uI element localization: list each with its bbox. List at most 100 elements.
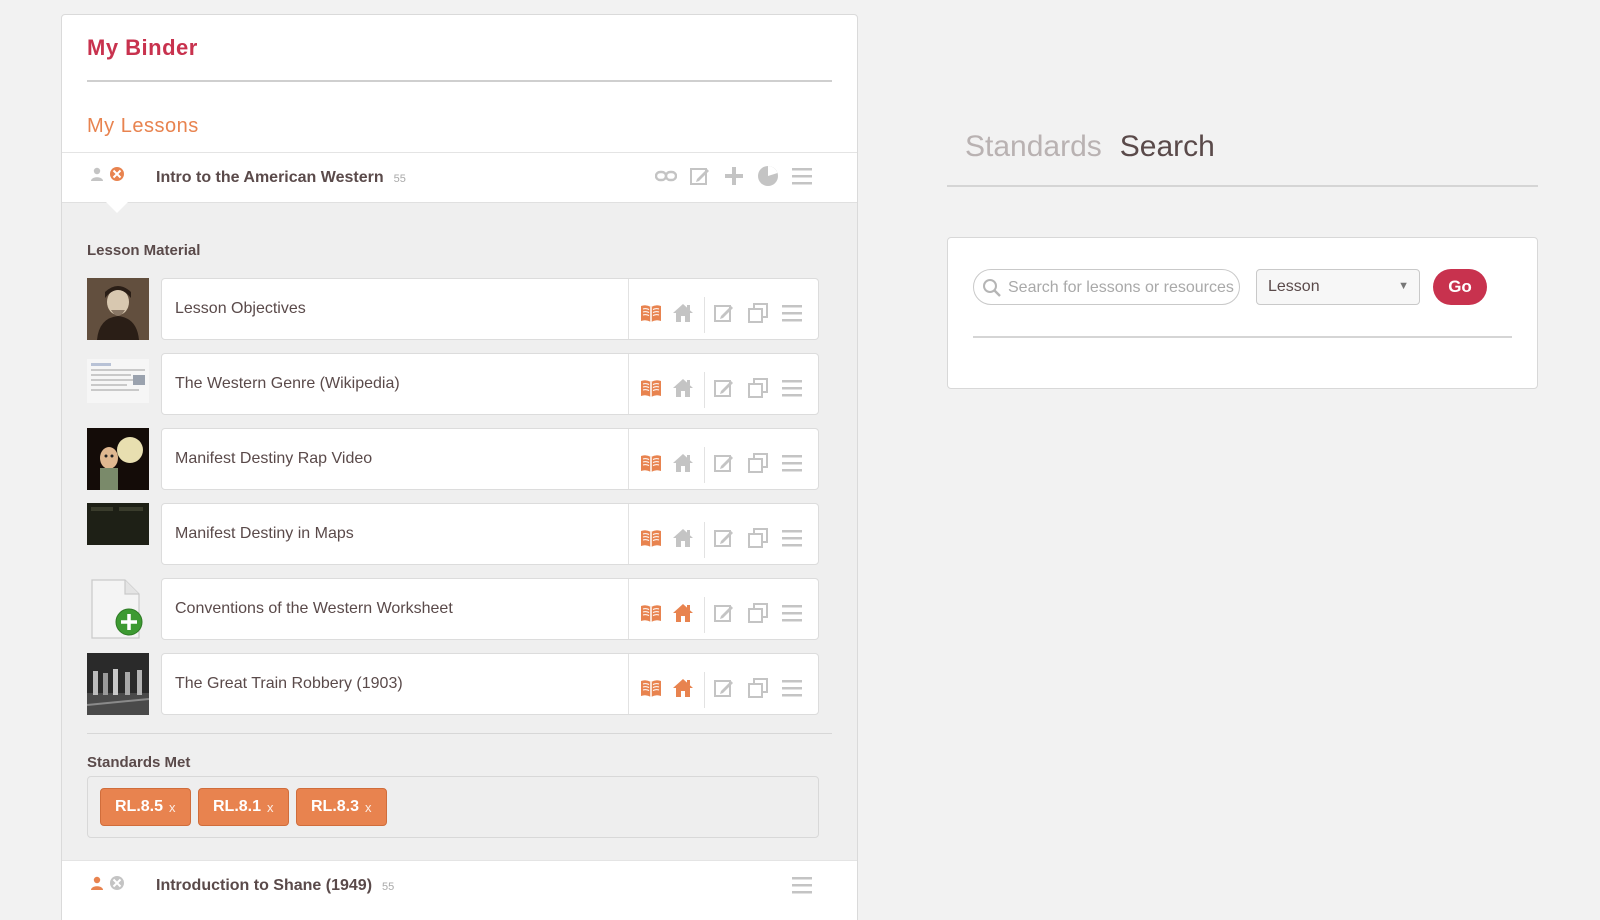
- material-item[interactable]: Manifest Destiny Rap Video: [87, 428, 819, 490]
- duplicate-icon[interactable]: [747, 602, 769, 629]
- link-icon[interactable]: [654, 169, 678, 188]
- standard-tag[interactable]: RL.8.1 x: [198, 788, 289, 826]
- remove-tag-button[interactable]: x: [365, 800, 372, 815]
- material-title[interactable]: The Great Train Robbery (1903): [175, 675, 403, 693]
- drag-handle-icon[interactable]: [791, 166, 813, 191]
- drag-handle-icon[interactable]: [791, 875, 813, 900]
- edit-icon[interactable]: [713, 302, 735, 329]
- standard-code: RL.8.5: [115, 798, 164, 815]
- search-panel: Lesson ▼ Go: [947, 237, 1538, 389]
- thumbnail-portrait: [87, 278, 149, 340]
- standards-box: RL.8.5 x RL.8.1 x RL.8.3 x: [87, 776, 819, 838]
- duplicate-icon[interactable]: [747, 302, 769, 329]
- add-icon[interactable]: [723, 165, 745, 192]
- material-card[interactable]: The Great Train Robbery (1903): [161, 653, 819, 715]
- material-title[interactable]: The Western Genre (Wikipedia): [175, 375, 400, 393]
- material-title[interactable]: Lesson Objectives: [175, 300, 306, 318]
- lesson-title-text: Intro to the American Western: [156, 169, 384, 186]
- share-off-icon[interactable]: [109, 166, 125, 187]
- go-button[interactable]: Go: [1433, 269, 1487, 305]
- tab-search[interactable]: Search: [1120, 130, 1215, 164]
- duplicate-icon[interactable]: [747, 452, 769, 479]
- material-card[interactable]: Manifest Destiny Rap Video: [161, 428, 819, 490]
- thumbnail-webpage: [87, 353, 149, 415]
- duplicate-icon[interactable]: [747, 527, 769, 554]
- home-icon[interactable]: [672, 452, 694, 479]
- book-icon[interactable]: [640, 602, 662, 629]
- progress-icon[interactable]: [757, 165, 779, 192]
- new-document-icon: [87, 578, 149, 640]
- home-icon[interactable]: [672, 527, 694, 554]
- type-select[interactable]: Lesson ▼: [1256, 269, 1420, 305]
- material-card[interactable]: Conventions of the Western Worksheet: [161, 578, 819, 640]
- drag-handle-icon[interactable]: [781, 378, 803, 403]
- material-item[interactable]: Conventions of the Western Worksheet: [87, 578, 819, 640]
- lesson-title[interactable]: Intro to the American Western 55: [156, 169, 406, 187]
- divider: [704, 672, 705, 708]
- material-title[interactable]: Conventions of the Western Worksheet: [175, 600, 453, 618]
- type-select-value: Lesson: [1268, 278, 1320, 295]
- lesson-row[interactable]: Introduction to Shane (1949) 55: [62, 860, 857, 920]
- standard-code: RL.8.3: [311, 798, 360, 815]
- material-card[interactable]: Lesson Objectives: [161, 278, 819, 340]
- book-icon[interactable]: [640, 677, 662, 704]
- home-icon[interactable]: [672, 377, 694, 404]
- edit-icon[interactable]: [713, 527, 735, 554]
- book-icon[interactable]: [640, 302, 662, 329]
- standard-tag[interactable]: RL.8.3 x: [296, 788, 387, 826]
- drag-handle-icon[interactable]: [781, 453, 803, 478]
- home-icon[interactable]: [672, 677, 694, 704]
- remove-tag-button[interactable]: x: [169, 800, 176, 815]
- lesson-title-text: Introduction to Shane (1949): [156, 877, 373, 894]
- lesson-title[interactable]: Introduction to Shane (1949) 55: [156, 877, 394, 895]
- drag-handle-icon[interactable]: [781, 678, 803, 703]
- material-item[interactable]: The Great Train Robbery (1903): [87, 653, 819, 715]
- book-icon[interactable]: [640, 527, 662, 554]
- drag-handle-icon[interactable]: [781, 528, 803, 553]
- lesson-row[interactable]: Intro to the American Western 55: [62, 152, 857, 202]
- search-input[interactable]: [1008, 276, 1234, 300]
- lesson-count: 55: [382, 881, 395, 893]
- drag-handle-icon[interactable]: [781, 303, 803, 328]
- pointer-arrow: [106, 202, 128, 213]
- drag-handle-icon[interactable]: [781, 603, 803, 628]
- remove-tag-button[interactable]: x: [267, 800, 274, 815]
- edit-icon[interactable]: [689, 165, 711, 192]
- search-field[interactable]: [973, 269, 1240, 305]
- edit-icon[interactable]: [713, 452, 735, 479]
- edit-icon[interactable]: [713, 377, 735, 404]
- divider: [628, 279, 629, 339]
- material-item[interactable]: Lesson Objectives: [87, 278, 819, 340]
- divider: [704, 522, 705, 558]
- search-icon: [982, 278, 1002, 303]
- edit-icon[interactable]: [713, 602, 735, 629]
- divider: [973, 336, 1512, 338]
- material-card[interactable]: The Western Genre (Wikipedia): [161, 353, 819, 415]
- edit-icon[interactable]: [713, 677, 735, 704]
- lesson-details: Lesson Material Lesson Objectives The We…: [62, 202, 857, 860]
- standard-tag[interactable]: RL.8.5 x: [100, 788, 191, 826]
- thumbnail-video: [87, 428, 149, 490]
- divider: [87, 80, 832, 82]
- standards-met-label: Standards Met: [87, 754, 191, 771]
- divider: [628, 579, 629, 639]
- thumbnail-map: [87, 503, 149, 565]
- divider: [628, 654, 629, 714]
- material-title[interactable]: Manifest Destiny in Maps: [175, 525, 354, 543]
- material-item[interactable]: Manifest Destiny in Maps: [87, 503, 819, 565]
- divider: [628, 429, 629, 489]
- home-icon[interactable]: [672, 602, 694, 629]
- material-title[interactable]: Manifest Destiny Rap Video: [175, 450, 372, 468]
- book-icon[interactable]: [640, 452, 662, 479]
- duplicate-icon[interactable]: [747, 677, 769, 704]
- material-card[interactable]: Manifest Destiny in Maps: [161, 503, 819, 565]
- divider: [628, 504, 629, 564]
- tab-standards[interactable]: Standards: [965, 130, 1102, 164]
- home-icon[interactable]: [672, 302, 694, 329]
- share-off-icon[interactable]: [109, 875, 125, 896]
- binder-title: My Binder: [87, 35, 198, 60]
- duplicate-icon[interactable]: [747, 377, 769, 404]
- material-item[interactable]: The Western Genre (Wikipedia): [87, 353, 819, 415]
- book-icon[interactable]: [640, 377, 662, 404]
- tab-bar: Standards Search: [965, 130, 1215, 164]
